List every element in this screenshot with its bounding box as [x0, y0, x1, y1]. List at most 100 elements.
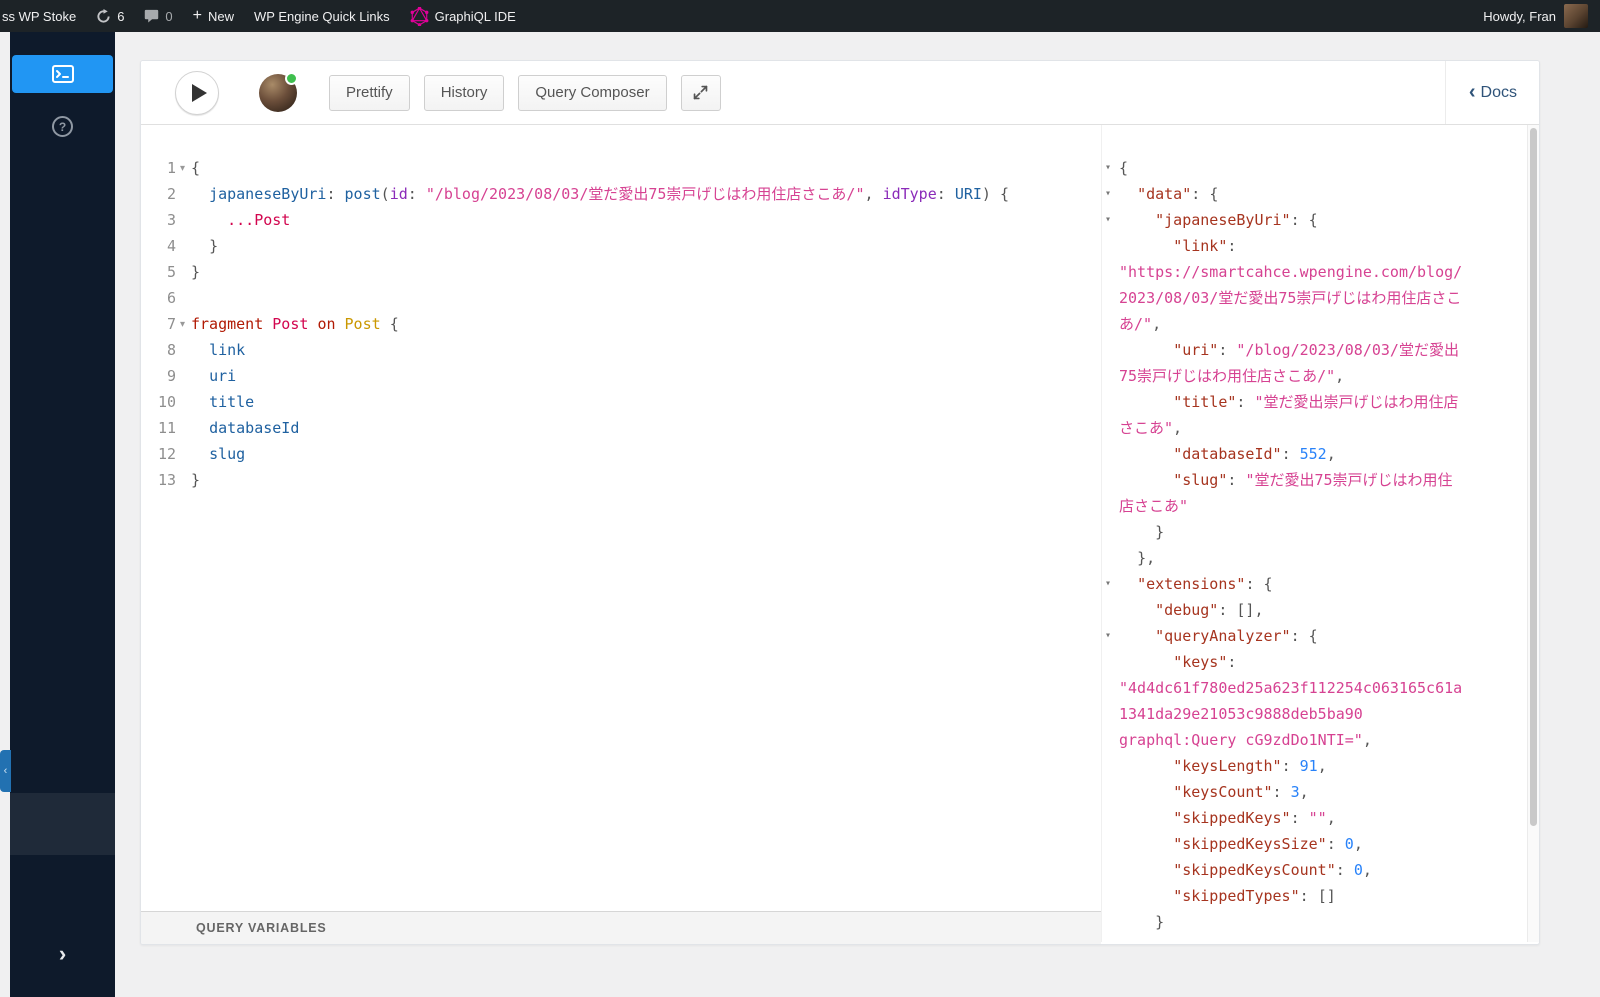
gutter-line: 4 [166, 237, 176, 255]
chevron-left-icon: ‹ [3, 765, 8, 777]
gutter-line: 2 [166, 185, 176, 203]
result-line: 店さこあ" [1119, 497, 1189, 515]
result-line: "skippedTypes": [] [1173, 887, 1336, 905]
docs-label: Docs [1480, 83, 1517, 101]
result-line: さこあ", [1119, 419, 1183, 437]
editor-line: ...Post [227, 211, 291, 229]
wp-admin-bar: ss WP Stoke 6 0 + New WP Engine Quick Li… [0, 0, 1600, 32]
user-avatar[interactable] [1564, 4, 1588, 28]
howdy-label[interactable]: Howdy, Fran [1483, 9, 1556, 24]
help-button[interactable]: ? [52, 116, 73, 137]
plus-icon: + [192, 6, 202, 24]
wpe-quick-links-label: WP Engine Quick Links [254, 8, 390, 24]
fold-toggle-icon[interactable]: ▾ [176, 163, 189, 174]
fold-toggle-icon[interactable]: ▾ [1105, 207, 1111, 233]
site-name-label: ss WP Stoke [2, 8, 77, 24]
result-line: ▾ "japaneseByUri": { [1102, 207, 1525, 233]
play-icon [192, 83, 207, 102]
result-line: "uri": "/blog/2023/08/03/堂だ愛出 [1173, 341, 1459, 359]
fold-toggle-icon[interactable]: ▾ [1105, 623, 1111, 649]
graphiql-toolbar: Prettify History Query Composer ‹ Docs [141, 61, 1539, 125]
graphiql-ide-label: GraphiQL IDE [434, 8, 516, 24]
result-line: 2023/08/03/堂だ愛出75崇戸げじはわ用住店さこ [1119, 289, 1462, 307]
gutter-line: 9 [166, 367, 176, 385]
editor-line: uri [209, 367, 237, 385]
editor-code: { japaneseByUri: post(id: "/blog/2023/08… [191, 155, 1101, 493]
editor-line: japaneseByUri: post(id: "/blog/2023/08/0… [209, 185, 1009, 203]
site-name-link[interactable]: ss WP Stoke [0, 0, 86, 32]
gutter-line: 13 [157, 471, 176, 489]
result-line: "keysLength": 91, [1173, 757, 1327, 775]
collapse-menu-button[interactable]: › [10, 943, 115, 965]
editor-line: slug [209, 445, 246, 463]
help-icon: ? [58, 119, 67, 134]
query-composer-button[interactable]: Query Composer [518, 74, 667, 111]
sidebar-item-graphiql[interactable] [12, 55, 113, 93]
result-line: "debug": [], [1155, 601, 1264, 619]
new-label: New [208, 8, 235, 24]
fold-toggle-icon[interactable]: ▾ [1105, 571, 1111, 597]
editor-line: } [191, 471, 201, 489]
sidebar-highlight [10, 793, 115, 855]
update-icon [97, 8, 110, 23]
result-line: } [1155, 913, 1165, 931]
update-count: 6 [117, 8, 125, 24]
execute-query-button[interactable] [175, 70, 219, 115]
fold-toggle-icon[interactable]: ▾ [176, 319, 189, 330]
result-line: 75崇戸げじはわ用住店さこあ/", [1119, 367, 1345, 385]
gutter-line: 5 [166, 263, 176, 281]
drawer-handle[interactable]: ‹ [0, 750, 11, 792]
gutter-line: 3 [166, 211, 176, 229]
auth-avatar[interactable] [259, 71, 298, 112]
result-line: あ/", [1119, 315, 1162, 333]
editor-line: databaseId [209, 419, 300, 437]
scrollbar[interactable] [1527, 125, 1539, 942]
result-line: graphql:Query cG9zdDo1NTI=", [1119, 731, 1372, 749]
result-line: "skippedKeysSize": 0, [1173, 835, 1363, 853]
terminal-icon [51, 65, 74, 83]
result-line: "databaseId": 552, [1173, 445, 1336, 463]
editor-line: } [209, 237, 219, 255]
result-line: "link": [1173, 237, 1237, 255]
result-line: ▾ "extensions": { [1102, 571, 1525, 597]
updates-link[interactable]: 6 [86, 0, 134, 32]
gutter-line: 10 [157, 393, 176, 411]
prettify-button[interactable]: Prettify [329, 74, 410, 111]
docs-button[interactable]: ‹ Docs [1469, 61, 1517, 124]
query-editor[interactable]: 1 ▾ 2 3 4 5 6 7 ▾ 8 9 10 11 12 13 { japaneseByUri: pos… [141, 125, 1101, 913]
toolbar-divider [1445, 61, 1446, 124]
fold-toggle-icon[interactable]: ▾ [1105, 181, 1111, 207]
editor-line: } [191, 263, 201, 281]
result-line: "keys": [1173, 653, 1237, 671]
result-line: ▾ "queryAnalyzer": { [1102, 623, 1525, 649]
new-content-link[interactable]: + New [183, 0, 244, 32]
query-variables-bar[interactable]: QUERY VARIABLES [141, 911, 1101, 944]
status-dot [285, 71, 298, 85]
result-line: "4d4dc61f780ed25a623f112254c063165c61a [1119, 679, 1463, 697]
fullscreen-button[interactable] [680, 74, 721, 111]
result-line: "https://smartcahce.wpengine.com/blog/ [1119, 263, 1463, 281]
history-button[interactable]: History [423, 74, 505, 111]
result-line: "slug": "堂だ愛出75崇戸げじはわ用住 [1173, 471, 1453, 489]
gutter-line: 1 ▾ [141, 155, 191, 181]
editor-line: link [209, 341, 246, 359]
query-variables-title: QUERY VARIABLES [196, 921, 327, 935]
editor-line: { [191, 159, 201, 177]
fold-toggle-icon[interactable]: ▾ [1105, 155, 1111, 181]
scrollbar-thumb[interactable] [1530, 128, 1537, 826]
expand-icon [693, 85, 708, 100]
graphql-logo-icon [410, 6, 429, 26]
result-line: ▾ "data": { [1102, 181, 1525, 207]
result-line: ▾{ [1102, 155, 1525, 181]
gutter-line: 6 [166, 289, 176, 307]
wpe-quick-links[interactable]: WP Engine Quick Links [244, 0, 400, 32]
result-line: } [1155, 523, 1165, 541]
comment-icon [145, 9, 159, 23]
result-line: }, [1137, 549, 1156, 567]
chevron-left-icon: ‹ [1468, 80, 1476, 103]
graphiql-ide-link[interactable]: GraphiQL IDE [400, 0, 526, 32]
result-line: "skippedKeys": "", [1173, 809, 1336, 827]
comments-link[interactable]: 0 [134, 0, 182, 32]
result-line: "title": "堂だ愛出崇戸げじはわ用住店 [1173, 393, 1459, 411]
